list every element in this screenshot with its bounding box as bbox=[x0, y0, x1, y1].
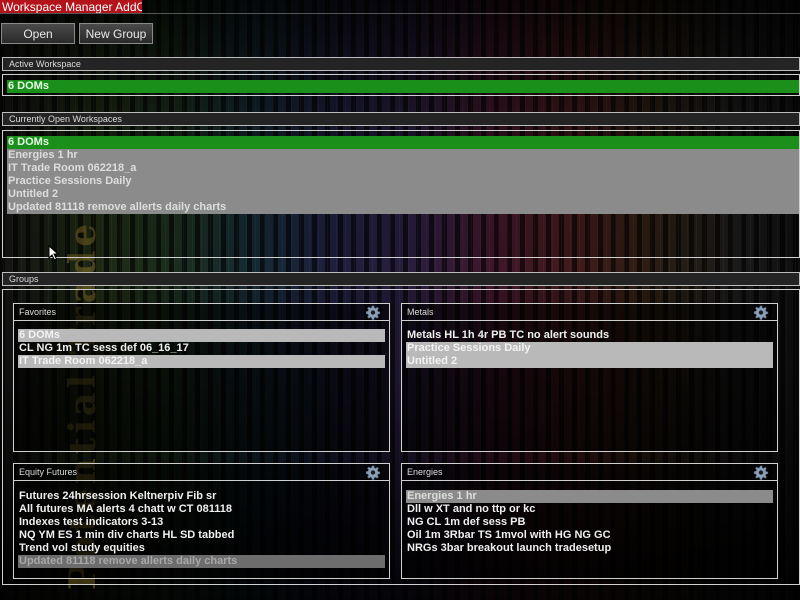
list-item[interactable]: NG CL 1m def sess PB bbox=[406, 516, 773, 529]
list-item[interactable]: Futures 24hrsession Keltnerpiv Fib sr bbox=[18, 490, 385, 503]
group-metals: Metals Metals HL 1h 4r PB TC no alert so… bbox=[401, 303, 778, 452]
gear-icon[interactable] bbox=[753, 305, 769, 320]
title-divider bbox=[0, 13, 800, 14]
group-energies-title: Energies bbox=[402, 464, 777, 481]
list-item[interactable]: All futures MA alerts 4 chatt w CT 08111… bbox=[18, 503, 385, 516]
group-favorites-title: Favorites bbox=[14, 304, 389, 321]
list-item[interactable]: Trend vol study equities bbox=[18, 542, 385, 555]
gear-icon[interactable] bbox=[365, 465, 381, 480]
group-metals-title: Metals bbox=[402, 304, 777, 321]
list-item[interactable]: Indexes test indicators 3-13 bbox=[18, 516, 385, 529]
list-item[interactable]: IT Trade Room 062218_a bbox=[7, 162, 799, 175]
list-item[interactable]: Dll w XT and no ttp or kc bbox=[406, 503, 773, 516]
new-group-button[interactable]: New Group bbox=[79, 23, 153, 44]
group-energies: Energies Energies 1 hr Dll w XT and no t… bbox=[401, 463, 778, 579]
active-workspace-panel: 6 DOMs bbox=[2, 74, 800, 96]
list-item[interactable]: Untitled 2 bbox=[406, 355, 773, 368]
open-workspaces-header: Currently Open Workspaces bbox=[2, 112, 800, 126]
list-item[interactable]: 6 DOMs bbox=[18, 329, 385, 342]
list-item[interactable]: Practice Sessions Daily bbox=[406, 342, 773, 355]
list-item[interactable]: Oil 1m 3Rbar TS 1mvol with HG NG GC bbox=[406, 529, 773, 542]
gear-icon[interactable] bbox=[365, 305, 381, 320]
list-item[interactable]: Metals HL 1h 4r PB TC no alert sounds bbox=[406, 329, 773, 342]
list-item[interactable]: IT Trade Room 062218_a bbox=[18, 355, 385, 368]
open-button[interactable]: Open bbox=[1, 23, 75, 44]
mouse-cursor-icon bbox=[48, 245, 60, 261]
list-item[interactable]: NQ YM ES 1 min div charts HL SD tabbed bbox=[18, 529, 385, 542]
list-item[interactable]: 6 DOMs bbox=[7, 136, 799, 149]
group-equity-futures: Equity Futures Futures 24hrsession Keltn… bbox=[13, 463, 390, 579]
list-item[interactable]: CL NG 1m TC sess def 06_16_17 bbox=[18, 342, 385, 355]
list-item[interactable]: NRGs 3bar breakout launch tradesetup bbox=[406, 542, 773, 555]
window-title: Workspace Manager AddOn bbox=[0, 0, 142, 14]
list-item[interactable]: Energies 1 hr bbox=[7, 149, 799, 162]
list-item[interactable]: Practice Sessions Daily bbox=[7, 175, 799, 188]
list-item[interactable]: Energies 1 hr bbox=[406, 490, 773, 503]
list-item[interactable]: Updated 81118 remove allerts daily chart… bbox=[18, 555, 385, 568]
group-favorites: Favorites 6 DOMs CL NG 1m TC sess def 06… bbox=[13, 303, 390, 452]
groups-header: Groups bbox=[2, 272, 800, 286]
list-item[interactable]: Updated 81118 remove allerts daily chart… bbox=[7, 201, 799, 214]
active-workspace-value[interactable]: 6 DOMs bbox=[7, 80, 799, 93]
group-equity-futures-title: Equity Futures bbox=[14, 464, 389, 481]
active-workspace-header: Active Workspace bbox=[2, 57, 800, 71]
list-item[interactable]: Untitled 2 bbox=[7, 188, 799, 201]
gear-icon[interactable] bbox=[753, 465, 769, 480]
open-workspaces-list[interactable]: 6 DOMs Energies 1 hr IT Trade Room 06221… bbox=[2, 130, 800, 258]
